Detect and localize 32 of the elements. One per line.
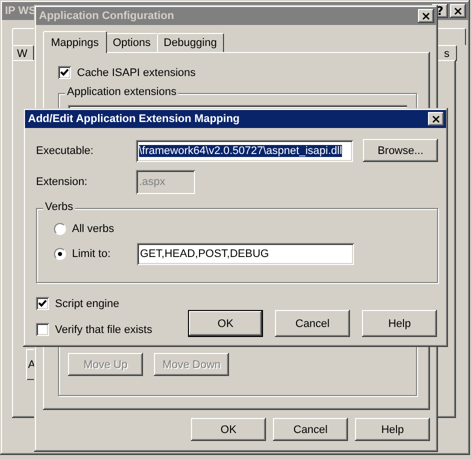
checkbox[interactable] <box>58 66 71 79</box>
field-label: Extension: <box>36 176 88 188</box>
radio-button[interactable] <box>54 223 66 235</box>
dialog-button[interactable]: Cancel <box>275 310 350 337</box>
dialog-button[interactable]: Cancel <box>273 418 348 441</box>
group-title: Verbs <box>43 201 76 213</box>
dialog-button[interactable]: Help <box>355 418 430 441</box>
browse-button[interactable]: Browse... <box>363 139 438 162</box>
checkbox-label: Cache ISAPI extensions <box>77 66 196 78</box>
checkbox[interactable] <box>36 323 49 336</box>
radio-button[interactable] <box>54 248 66 260</box>
close-button[interactable]: × <box>428 112 444 126</box>
radio-label: All verbs <box>72 223 114 235</box>
input-field[interactable]: GET,HEAD,POST,DEBUG <box>137 243 354 265</box>
group-title: Application extensions <box>65 86 178 98</box>
window-title: Application Configuration <box>39 10 176 22</box>
tab[interactable]: Debugging <box>156 33 224 52</box>
dialog-button[interactable]: OK <box>191 418 266 441</box>
checkbox[interactable] <box>36 297 49 310</box>
window-title: Add/Edit Application Extension Mapping <box>28 113 241 125</box>
field-label: Executable: <box>36 144 94 156</box>
dialog-button[interactable]: OK <box>188 310 263 337</box>
dialog-button[interactable]: Help <box>362 310 437 337</box>
tab[interactable]: W <box>12 45 34 61</box>
checkbox-label: Verify that file exists <box>55 324 152 336</box>
tab[interactable]: Mappings <box>43 31 107 53</box>
radio-label: Limit to: <box>72 248 111 260</box>
checkbox-label: Script engine <box>55 298 120 310</box>
field-value: \framework64\v2.0.50727\aspnet_isapi.dll <box>139 144 342 156</box>
close-button[interactable]: × <box>450 4 466 18</box>
input-field[interactable]: \framework64\v2.0.50727\aspnet_isapi.dll <box>136 140 353 162</box>
close-button[interactable]: × <box>418 9 434 23</box>
